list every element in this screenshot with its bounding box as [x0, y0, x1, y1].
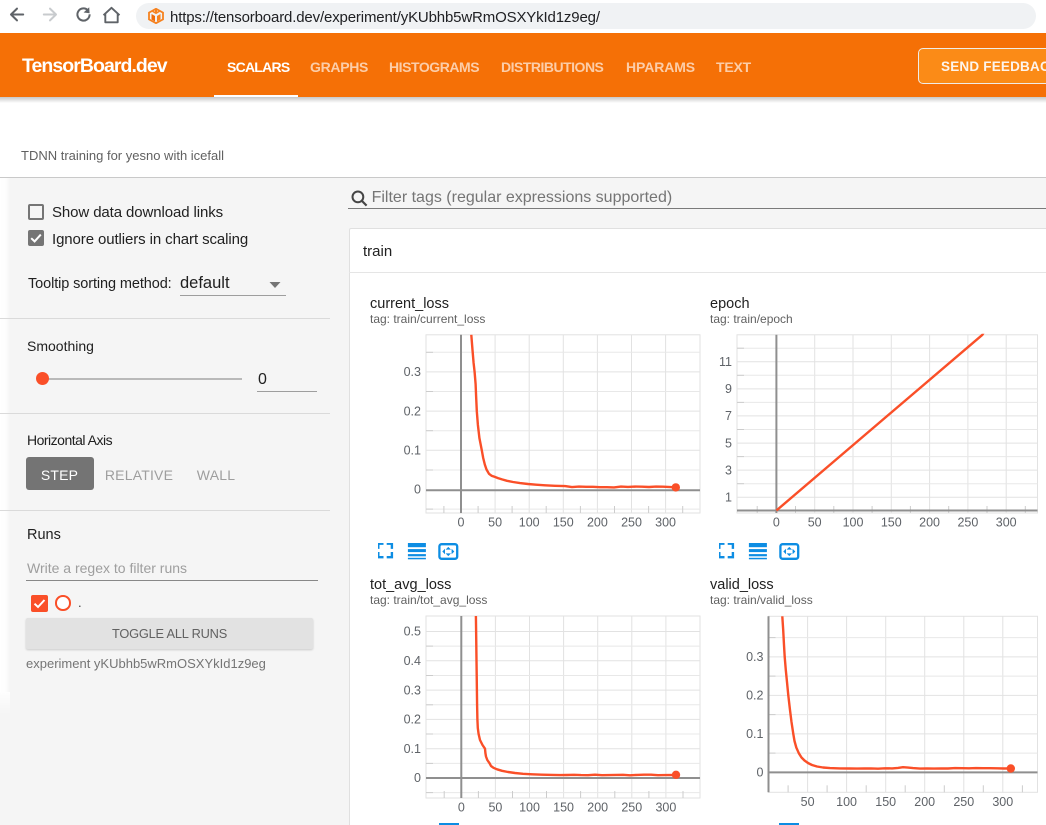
svg-text:3: 3	[725, 463, 732, 477]
svg-text:300: 300	[996, 516, 1017, 529]
svg-text:200: 200	[919, 516, 940, 529]
svg-text:50: 50	[808, 516, 822, 529]
svg-text:11: 11	[719, 355, 732, 369]
svg-text:250: 250	[957, 516, 978, 529]
svg-text:250: 250	[621, 801, 642, 815]
svg-text:150: 150	[553, 801, 574, 815]
svg-text:50: 50	[488, 516, 502, 529]
svg-text:0: 0	[757, 766, 764, 780]
svg-text:0.4: 0.4	[404, 654, 421, 668]
svg-text:300: 300	[655, 801, 676, 815]
svg-text:0.2: 0.2	[746, 689, 763, 703]
svg-text:100: 100	[519, 516, 540, 529]
svg-text:0.5: 0.5	[404, 625, 421, 639]
svg-text:0: 0	[414, 483, 421, 497]
svg-text:0.1: 0.1	[404, 742, 421, 756]
svg-text:50: 50	[801, 795, 815, 809]
svg-text:200: 200	[587, 516, 608, 529]
svg-text:0: 0	[458, 516, 465, 529]
svg-text:0.3: 0.3	[404, 683, 421, 697]
svg-text:0.3: 0.3	[404, 365, 421, 379]
svg-text:150: 150	[553, 516, 574, 529]
svg-text:200: 200	[914, 795, 935, 809]
svg-text:300: 300	[992, 795, 1013, 809]
svg-text:300: 300	[655, 516, 676, 529]
svg-text:250: 250	[953, 795, 974, 809]
svg-text:0.1: 0.1	[404, 444, 421, 458]
svg-text:250: 250	[621, 516, 642, 529]
svg-text:200: 200	[587, 801, 608, 815]
svg-text:9: 9	[725, 382, 732, 396]
svg-text:0.3: 0.3	[746, 650, 763, 664]
svg-text:150: 150	[875, 795, 896, 809]
svg-text:0: 0	[414, 771, 421, 785]
svg-text:7: 7	[725, 409, 732, 423]
svg-text:0: 0	[458, 801, 465, 815]
svg-text:1: 1	[725, 490, 732, 504]
svg-text:100: 100	[836, 795, 857, 809]
svg-text:100: 100	[843, 516, 864, 529]
svg-text:0.1: 0.1	[746, 727, 763, 741]
svg-text:5: 5	[725, 436, 732, 450]
svg-text:0.2: 0.2	[404, 713, 421, 727]
svg-text:100: 100	[519, 801, 540, 815]
svg-text:0.2: 0.2	[404, 404, 421, 418]
svg-text:50: 50	[488, 801, 502, 815]
svg-text:0: 0	[773, 516, 780, 529]
svg-text:150: 150	[881, 516, 902, 529]
